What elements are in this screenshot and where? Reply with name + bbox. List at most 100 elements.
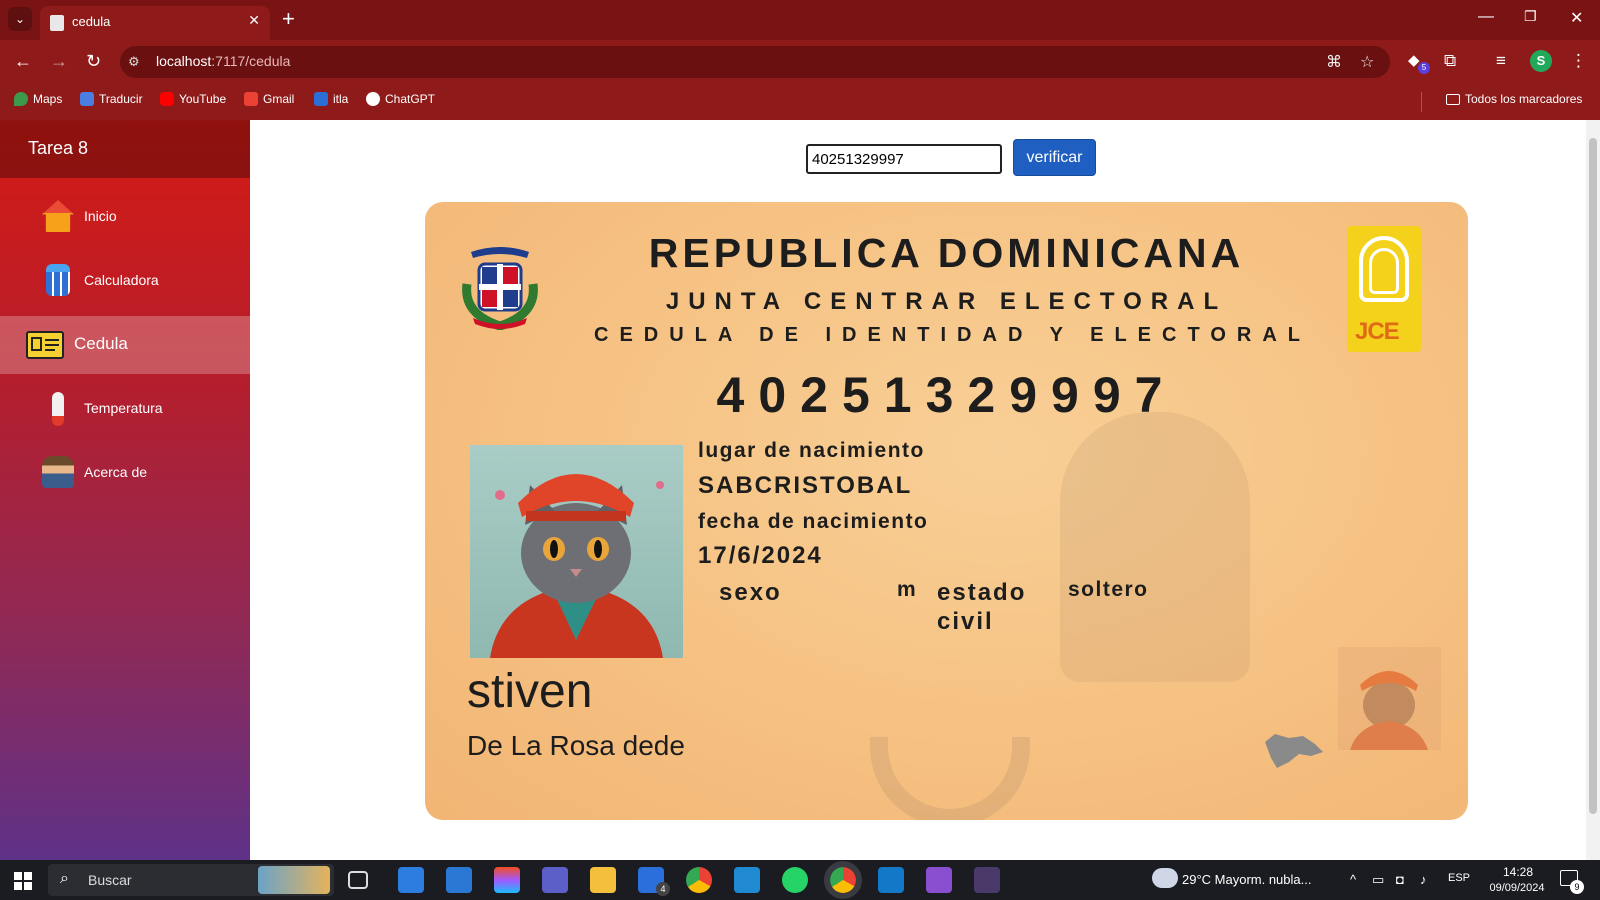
file-explorer-icon[interactable] [590, 867, 616, 893]
extension-badge: 5 [1418, 62, 1430, 74]
card-country: REPUBLICA DOMINICANA [648, 230, 1245, 276]
bookmark-youtube[interactable]: YouTube [160, 92, 226, 106]
folder-icon [1446, 93, 1460, 105]
forward-button[interactable]: → [50, 51, 68, 72]
portrait-watermark [1060, 412, 1250, 682]
bookmark-chatgpt[interactable]: ChatGPT [366, 92, 435, 106]
bookmark-divider [1421, 92, 1422, 112]
vscode-icon[interactable] [734, 867, 760, 893]
sidebar-item-temperatura[interactable]: Temperatura [0, 380, 250, 438]
minimize-button[interactable]: — [1478, 8, 1494, 26]
address-bar[interactable]: ⚙ localhost:7117/cedula ⌘ ☆ [120, 46, 1390, 78]
search-placeholder: Buscar [88, 872, 132, 888]
civil-status-value: soltero [1068, 578, 1149, 601]
windows-start-icon[interactable] [14, 872, 32, 890]
birthdate-label: fecha de nacimiento [698, 510, 929, 533]
bookmark-itla[interactable]: itla [314, 92, 348, 106]
card-document-type: CEDULA DE IDENTIDAD Y ELECTORAL [594, 324, 1311, 346]
teams-icon[interactable] [542, 867, 568, 893]
network-icon[interactable]: ▭ [1372, 872, 1384, 888]
calculator-icon [46, 264, 70, 296]
bookmark-star-icon[interactable]: ☆ [1360, 52, 1374, 72]
page-icon [50, 15, 64, 31]
close-window-button[interactable]: ✕ [1570, 8, 1583, 28]
chrome-active-icon[interactable] [824, 861, 862, 899]
extensions-puzzle-icon[interactable]: ⧉ [1444, 51, 1456, 71]
cedula-input[interactable] [806, 144, 1002, 174]
sidebar-item-calculadora[interactable]: Calculadora [0, 252, 250, 310]
url-text[interactable]: localhost:7117/cedula [156, 53, 290, 69]
store-icon[interactable] [398, 867, 424, 893]
sex-value: m [897, 578, 918, 601]
search-highlight-image [258, 866, 330, 894]
scrollbar-thumb[interactable] [1589, 138, 1597, 814]
input-language[interactable]: ESP [1448, 872, 1470, 884]
restore-button[interactable]: ❐ [1524, 8, 1537, 25]
maps-icon [14, 92, 28, 106]
birthdate-value: 17/6/2024 [698, 542, 823, 569]
tray-chevron-icon[interactable]: ^ [1350, 872, 1356, 887]
weather-text[interactable]: 29°C Mayorm. nubla... [1182, 872, 1311, 887]
reload-button[interactable]: ↻ [86, 51, 101, 72]
id-card: JCE REPUBLICA DOMINICANA JUNTA CENTRAR E… [425, 202, 1468, 820]
clock-date[interactable]: 09/09/2024 [1482, 882, 1552, 894]
bookmark-gmail[interactable]: Gmail [244, 92, 294, 106]
task-view-icon[interactable] [348, 871, 368, 889]
chatgpt-icon [366, 92, 380, 106]
tab-title: cedula [72, 14, 111, 29]
gmail-icon [244, 92, 258, 106]
site-info-icon[interactable]: ⚙ [128, 54, 144, 70]
mail-icon[interactable] [446, 867, 472, 893]
app-brand[interactable]: Tarea 8 [0, 120, 250, 178]
new-tab-button[interactable]: + [282, 6, 295, 32]
verify-button[interactable]: verificar [1013, 139, 1096, 176]
browser-tab[interactable]: cedula ✕ [40, 6, 270, 40]
todo-badge: 4 [656, 882, 670, 896]
media-control-icon[interactable]: ≡ [1496, 51, 1506, 71]
translate-icon[interactable]: ⌘ [1326, 52, 1342, 72]
sidebar-item-cedula[interactable]: Cedula [0, 316, 250, 374]
cat-portrait [490, 474, 664, 658]
close-tab-icon[interactable]: ✕ [248, 12, 260, 29]
sidebar-item-inicio[interactable]: Inicio [0, 188, 250, 246]
all-bookmarks-folder[interactable]: Todos los marcadores [1446, 92, 1582, 106]
back-button[interactable]: ← [14, 51, 32, 72]
portrait-photo [470, 445, 683, 658]
visual-studio-icon[interactable] [926, 867, 952, 893]
id-card-icon [26, 331, 64, 359]
search-icon: ⌕ [60, 870, 69, 887]
meet-icon[interactable]: ◘ [1396, 872, 1404, 887]
profile-avatar[interactable]: S [1530, 50, 1552, 72]
sidebar-item-label: Cedula [74, 334, 128, 353]
chrome-icon[interactable] [686, 867, 712, 893]
menu-dots-icon[interactable]: ⋮ [1570, 51, 1587, 71]
terminal-icon[interactable] [974, 867, 1000, 893]
card-authority: JUNTA CENTRAR ELECTORAL [665, 288, 1228, 315]
weather-cloud-icon[interactable] [1152, 868, 1178, 888]
bookmarks-bar: Maps Traducir YouTube Gmail itla ChatGPT… [0, 84, 1600, 120]
thermometer-icon [52, 392, 64, 426]
tab-search-button[interactable]: ⌄ [8, 7, 32, 31]
civil-status-label-line2: civil [937, 608, 994, 635]
sidebar-item-label: Inicio [84, 208, 117, 224]
clock-time[interactable]: 14:28 [1496, 865, 1540, 879]
horseshoe-watermark [870, 737, 1030, 820]
figma-icon[interactable] [494, 867, 520, 893]
bookmark-traducir[interactable]: Traducir [80, 92, 143, 106]
taskbar-search[interactable]: ⌕ Buscar [48, 864, 334, 896]
page-scrollbar[interactable] [1586, 120, 1600, 860]
sidebar-item-label: Temperatura [84, 400, 163, 416]
sidebar-item-label: Calculadora [84, 272, 159, 288]
youtube-icon [160, 92, 174, 106]
home-icon [42, 200, 74, 232]
whatsapp-icon[interactable] [782, 867, 808, 893]
ghost-photo [1338, 647, 1441, 750]
sidebar-item-acerca-de[interactable]: Acerca de [0, 444, 250, 502]
civil-status-label-line1: estado [937, 579, 1027, 606]
sex-label: sexo [719, 579, 782, 606]
translate-bookmark-icon [80, 92, 94, 106]
ssms-icon[interactable] [878, 867, 904, 893]
volume-icon[interactable]: ♪ [1420, 872, 1427, 887]
bookmark-maps[interactable]: Maps [14, 92, 62, 106]
birthplace-value: SABCRISTOBAL [698, 472, 913, 499]
